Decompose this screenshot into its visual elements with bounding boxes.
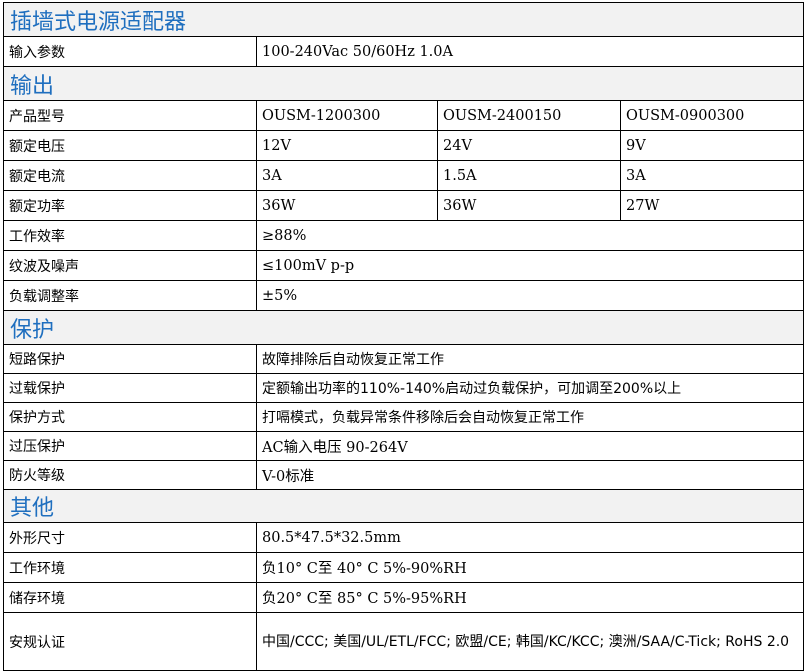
section-title: 其他 bbox=[2, 489, 805, 523]
row-label: 额定功率 bbox=[3, 190, 257, 221]
table-row: 过压保护 AC输入电压 90-264V bbox=[3, 431, 805, 461]
spec-table: 插墙式电源适配器 输入参数 100-240Vac 50/60Hz 1.0A 输出… bbox=[2, 2, 805, 671]
current-cell: 3A bbox=[619, 160, 805, 191]
table-row: 储存环境 负20° C至 85° C 5%-95%RH bbox=[3, 582, 805, 613]
row-label: 外形尺寸 bbox=[3, 522, 257, 553]
row-label: 输入参数 bbox=[3, 36, 257, 67]
certification-value: 中国/CCC; 美国/UL/ETL/FCC; 欧盟/CE; 韩国/KC/KCC;… bbox=[255, 612, 805, 671]
row-label: 工作效率 bbox=[3, 220, 257, 251]
section-title: 输出 bbox=[2, 66, 805, 101]
table-row: 过载保护 定额输出功率的110%-140%启动过负载保护，可加调至200%以上 bbox=[3, 373, 805, 403]
table-row: 额定电压 12V 24V 9V bbox=[3, 130, 805, 161]
row-label: 保护方式 bbox=[3, 402, 257, 432]
row-value: 打嗝模式，负载异常条件移除后会自动恢复正常工作 bbox=[255, 402, 805, 432]
table-row: 产品型号 OUSM-1200300 OUSM-2400150 OUSM-0900… bbox=[3, 100, 805, 131]
current-cell: 3A bbox=[256, 160, 438, 191]
row-value: ±5% bbox=[255, 280, 805, 311]
model-cell: OUSM-1200300 bbox=[256, 100, 438, 131]
table-row: 保护方式 打嗝模式，负载异常条件移除后会自动恢复正常工作 bbox=[3, 402, 805, 432]
row-label: 产品型号 bbox=[3, 100, 257, 131]
table-row: 输入参数 100-240Vac 50/60Hz 1.0A bbox=[3, 36, 805, 67]
table-row: 短路保护 故障排除后自动恢复正常工作 bbox=[3, 344, 805, 374]
row-label: 防火等级 bbox=[3, 460, 257, 490]
power-cell: 27W bbox=[619, 190, 805, 221]
row-label: 额定电流 bbox=[3, 160, 257, 191]
row-label: 额定电压 bbox=[3, 130, 257, 161]
table-row: 额定功率 36W 36W 27W bbox=[3, 190, 805, 221]
table-row: 安规认证 中国/CCC; 美国/UL/ETL/FCC; 欧盟/CE; 韩国/KC… bbox=[3, 612, 805, 671]
row-label: 过压保护 bbox=[3, 431, 257, 461]
row-value: 负20° C至 85° C 5%-95%RH bbox=[255, 582, 805, 613]
row-label: 安规认证 bbox=[3, 612, 257, 671]
table-row: 纹波及噪声 ≤100mV p-p bbox=[3, 250, 805, 281]
table-row: 防火等级 V-0标准 bbox=[3, 460, 805, 490]
model-cell: OUSM-0900300 bbox=[619, 100, 805, 131]
table-row: 负载调整率 ±5% bbox=[3, 280, 805, 311]
voltage-cell: 24V bbox=[437, 130, 621, 161]
section-header-output: 输出 bbox=[2, 66, 805, 101]
page-title: 插墙式电源适配器 bbox=[2, 2, 805, 37]
row-label: 纹波及噪声 bbox=[3, 250, 257, 281]
current-cell: 1.5A bbox=[437, 160, 621, 191]
row-value: ≥88% bbox=[255, 220, 805, 251]
title-row: 插墙式电源适配器 bbox=[2, 2, 805, 37]
table-row: 额定电流 3A 1.5A 3A bbox=[3, 160, 805, 191]
section-title: 保护 bbox=[2, 310, 805, 345]
section-header-protection: 保护 bbox=[2, 310, 805, 345]
power-cell: 36W bbox=[256, 190, 438, 221]
table-row: 外形尺寸 80.5*47.5*32.5mm bbox=[3, 522, 805, 553]
row-value: V-0标准 bbox=[255, 460, 805, 490]
voltage-cell: 9V bbox=[619, 130, 805, 161]
section-header-other: 其他 bbox=[2, 489, 805, 523]
table-row: 工作环境 负10° C至 40° C 5%-90%RH bbox=[3, 552, 805, 583]
row-label: 过载保护 bbox=[3, 373, 257, 403]
row-value: 100-240Vac 50/60Hz 1.0A bbox=[255, 36, 805, 67]
row-value: 80.5*47.5*32.5mm bbox=[255, 522, 805, 553]
row-value: AC输入电压 90-264V bbox=[255, 431, 805, 461]
row-value: 故障排除后自动恢复正常工作 bbox=[255, 344, 805, 374]
power-cell: 36W bbox=[437, 190, 621, 221]
row-label: 短路保护 bbox=[3, 344, 257, 374]
row-label: 储存环境 bbox=[3, 582, 257, 613]
row-value: 负10° C至 40° C 5%-90%RH bbox=[255, 552, 805, 583]
row-value: 定额输出功率的110%-140%启动过负载保护，可加调至200%以上 bbox=[255, 373, 805, 403]
model-cell: OUSM-2400150 bbox=[437, 100, 621, 131]
row-value: ≤100mV p-p bbox=[255, 250, 805, 281]
row-label: 工作环境 bbox=[3, 552, 257, 583]
voltage-cell: 12V bbox=[256, 130, 438, 161]
row-label: 负载调整率 bbox=[3, 280, 257, 311]
table-row: 工作效率 ≥88% bbox=[3, 220, 805, 251]
